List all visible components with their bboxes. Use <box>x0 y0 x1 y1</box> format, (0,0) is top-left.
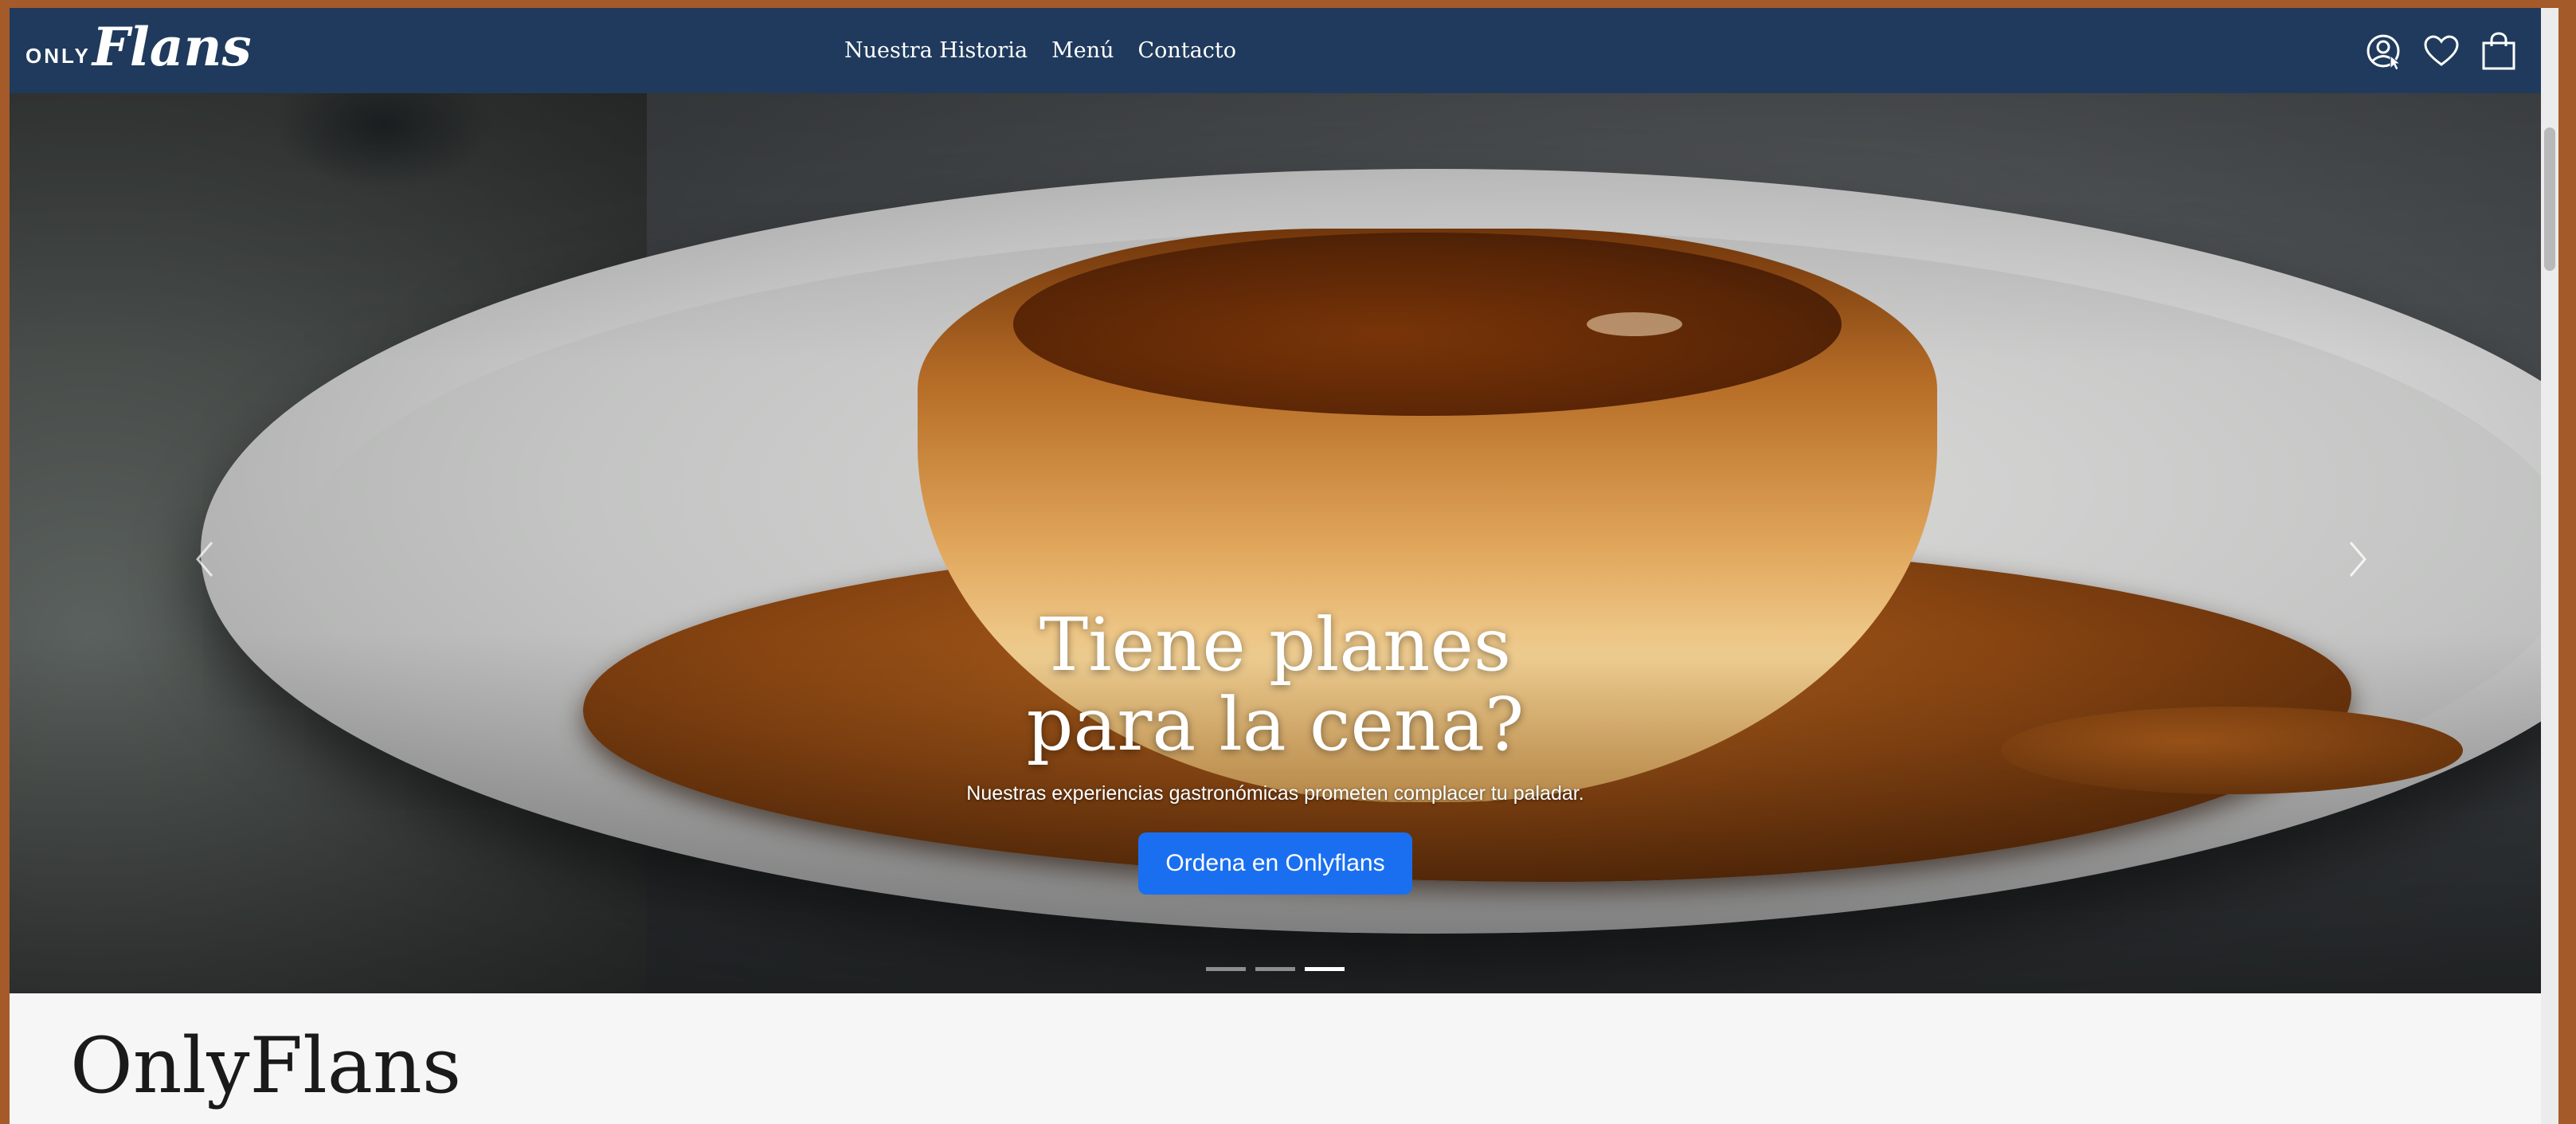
heart-icon[interactable] <box>2423 34 2460 68</box>
hero-title-line-1: Tiene planes <box>1039 602 1512 687</box>
chevron-left-icon <box>196 542 213 577</box>
nav-link-nuestra-historia[interactable]: Nuestra Historia <box>844 38 1028 63</box>
brand-logo-small-text: ONLY <box>25 44 91 68</box>
nav-link-contacto[interactable]: Contacto <box>1137 38 1235 63</box>
brand-logo-script-text: Flans <box>92 16 252 78</box>
carousel-next-button[interactable] <box>2334 527 2382 591</box>
hero-caption: Tiene planes para la cena? Nuestras expe… <box>10 605 2541 895</box>
nav-link-menu[interactable]: Menú <box>1051 38 1114 63</box>
hero-subtitle: Nuestras experiencias gastronómicas prom… <box>966 782 1584 805</box>
scrollbar-thumb[interactable] <box>2544 127 2555 271</box>
brand-logo[interactable]: ONLY Flans <box>25 19 252 83</box>
carousel-indicators <box>10 967 2541 971</box>
chevron-right-icon <box>2349 542 2367 577</box>
shopping-bag-icon[interactable] <box>2480 31 2517 71</box>
hero-title-line-2: para la cena? <box>1026 682 1525 767</box>
hero-carousel: Tiene planes para la cena? Nuestras expe… <box>10 93 2541 993</box>
user-circle-icon[interactable] <box>2364 32 2402 70</box>
page-scrollbar[interactable] <box>2541 8 2558 1124</box>
carousel-indicator-3[interactable] <box>1305 967 1345 971</box>
browser-page: ONLY Flans Nuestra Historia Menú Contact… <box>10 8 2558 1124</box>
navbar: ONLY Flans Nuestra Historia Menú Contact… <box>10 8 2541 93</box>
nav-icons <box>2364 8 2517 93</box>
carousel-indicator-2[interactable] <box>1255 967 1295 971</box>
section-title: OnlyFlans <box>70 1021 462 1110</box>
carousel-prev-button[interactable] <box>181 527 229 591</box>
carousel-indicator-1[interactable] <box>1206 967 1246 971</box>
order-button[interactable]: Ordena en Onlyflans <box>1138 832 1412 895</box>
hero-title: Tiene planes para la cena? <box>10 605 2541 765</box>
nav-links: Nuestra Historia Menú Contacto <box>844 8 1236 93</box>
